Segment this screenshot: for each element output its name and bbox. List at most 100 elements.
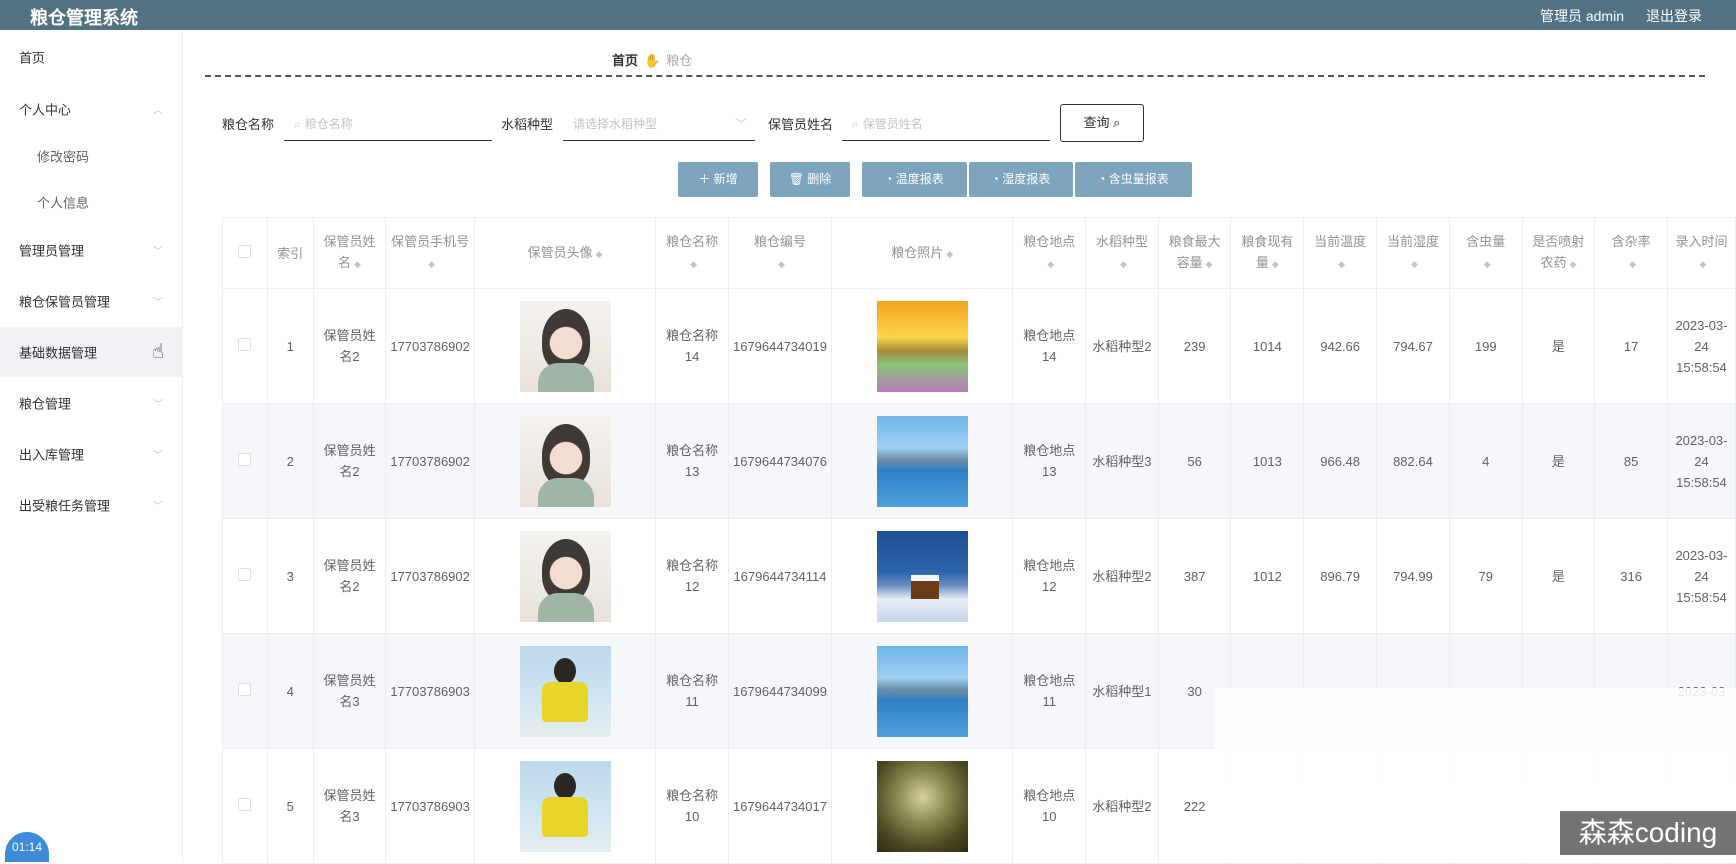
sidebar-item-keeper-management[interactable]: 粮仓保管员管理 ﹀ <box>0 276 183 326</box>
keeper-name-input[interactable]: ⌕ 保管员姓名 <box>842 107 1050 141</box>
header-current-temp[interactable]: 当前温度 ◆ <box>1303 217 1378 289</box>
header-granary-location[interactable]: 粮仓地点 ◆ <box>1012 217 1087 289</box>
sidebar-item-home[interactable]: 首页 <box>0 32 183 82</box>
cell-current-stock: 1014 <box>1230 288 1305 404</box>
sidebar-item-label: 粮仓保管员管理 <box>19 294 111 310</box>
header-granary-photo[interactable]: 粮仓照片 ◆ <box>830 217 1014 289</box>
header-keeper-name[interactable]: 保管员姓名 ◆ <box>312 217 387 289</box>
sidebar-item-basic-data[interactable]: 基础数据管理 ☝ <box>0 327 183 377</box>
query-button[interactable]: 查询 ⌕ <box>1060 104 1144 142</box>
row-checkbox[interactable] <box>222 748 268 864</box>
sidebar-item-personal-info[interactable]: 个人信息 <box>0 177 183 227</box>
cell-current-temp: 942.66 <box>1303 288 1378 404</box>
temperature-report-button[interactable]: ◔ 温度报表 <box>862 162 967 197</box>
cell-granary-name: 粮仓名称13 <box>655 403 729 519</box>
cell-granary-code: 1679644734099 <box>727 633 832 749</box>
breadcrumb: 首页 ✋ 粮仓 <box>612 50 692 69</box>
table-row[interactable]: 2 保管员姓名2 17703786902 粮仓名称13 167964473407… <box>222 403 1736 519</box>
insect-report-button[interactable]: ◔ 含虫量报表 <box>1075 162 1192 197</box>
cell-entry-time: 2023-03-24 15:58:54 <box>1666 518 1736 634</box>
cell-current-humidity: 882.64 <box>1376 403 1450 519</box>
sidebar-item-admin-management[interactable]: 管理员管理 ﹀ <box>0 225 183 275</box>
header-keeper-avatar[interactable]: 保管员头像 ◆ <box>473 217 657 289</box>
header-granary-name[interactable]: 粮仓名称 ◆ <box>655 217 729 289</box>
delete-button[interactable]: 🗑 删除 <box>770 162 850 197</box>
sidebar-item-label: 管理员管理 <box>19 243 85 259</box>
cell-granary-location: 粮仓地点14 <box>1012 288 1087 404</box>
cell-index: 4 <box>266 633 314 749</box>
cell-entry-time: 2023-03-24 15:58:54 <box>1666 288 1736 404</box>
cell-granary-photo <box>830 403 1014 519</box>
header-entry-time[interactable]: 录入时间 ◆ <box>1666 217 1736 289</box>
cell-keeper-phone: 17703786902 <box>385 403 475 519</box>
divider <box>205 75 1705 77</box>
header-rice-type[interactable]: 水稻种型 ◆ <box>1085 217 1159 289</box>
cell-granary-photo <box>830 633 1014 749</box>
avatar[interactable] <box>519 415 611 507</box>
chevron-down-icon: ﹀ <box>153 501 163 513</box>
search-icon: ⌕ <box>1113 115 1121 130</box>
row-checkbox[interactable] <box>222 518 268 634</box>
cell-pesticide: 是 <box>1521 403 1596 519</box>
header-max-capacity[interactable]: 粮食最大容量 ◆ <box>1157 217 1232 289</box>
sidebar-item-granary-management[interactable]: 粮仓管理 ﹀ <box>0 378 183 428</box>
delete-button-label: 删除 <box>807 172 832 186</box>
sidebar-item-label: 粮仓管理 <box>19 396 72 412</box>
cell-keeper-avatar <box>473 403 657 519</box>
table-row[interactable]: 3 保管员姓名2 17703786902 粮仓名称12 167964473411… <box>222 518 1736 634</box>
top-bar: 粮仓管理系统 管理员 admin 退出登录 <box>0 0 1736 30</box>
header-impurity[interactable]: 含杂率 ◆ <box>1594 217 1668 289</box>
keeper-name-label: 保管员姓名 <box>768 117 834 132</box>
sort-icon: ◆ <box>595 248 603 259</box>
granary-photo[interactable] <box>876 300 968 392</box>
avatar[interactable] <box>519 530 611 622</box>
add-button[interactable]: ＋ 新增 <box>678 162 758 197</box>
cell-keeper-avatar <box>473 633 657 749</box>
cell-rice-type: 水稻种型2 <box>1085 518 1159 634</box>
rice-type-select[interactable]: 请选择水稻种型 ﹀ <box>563 107 755 141</box>
sidebar-item-task-management[interactable]: 出受粮任务管理 ﹀ <box>0 480 183 530</box>
header-granary-code[interactable]: 粮仓编号 ◆ <box>727 217 832 289</box>
search-icon: ⌕ <box>294 117 301 131</box>
granary-name-input[interactable]: ⌕ 粮仓名称 <box>284 107 492 141</box>
select-all-checkbox[interactable] <box>222 217 268 289</box>
cell-keeper-avatar <box>473 288 657 404</box>
avatar[interactable] <box>519 760 611 852</box>
cell-granary-photo <box>830 518 1014 634</box>
sort-icon: ◆ <box>1205 259 1213 269</box>
header-current-humidity[interactable]: 当前湿度 ◆ <box>1376 217 1450 289</box>
sort-icon: ◆ <box>946 248 954 259</box>
avatar[interactable] <box>519 300 611 392</box>
granary-photo[interactable] <box>876 645 968 737</box>
row-checkbox[interactable] <box>222 633 268 749</box>
breadcrumb-home[interactable]: 首页 <box>612 53 638 68</box>
header-keeper-phone[interactable]: 保管员手机号◆ <box>385 217 475 289</box>
sidebar-item-change-password[interactable]: 修改密码 <box>0 131 183 181</box>
cell-current-temp: 966.48 <box>1303 403 1378 519</box>
header-pesticide[interactable]: 是否喷射农药 ◆ <box>1521 217 1596 289</box>
header-index: 索引 <box>266 217 314 289</box>
sort-icon: ◆ <box>354 259 361 269</box>
cell-keeper-name: 保管员姓名2 <box>312 288 387 404</box>
row-checkbox[interactable] <box>222 403 268 519</box>
header-insect[interactable]: 含虫量 ◆ <box>1448 217 1523 289</box>
sidebar-item-label: 出受粮任务管理 <box>19 498 111 514</box>
avatar[interactable] <box>519 645 611 737</box>
header-current-stock[interactable]: 粮食现有量 ◆ <box>1230 217 1305 289</box>
row-checkbox[interactable] <box>222 288 268 404</box>
sidebar-item-inout-management[interactable]: 出入库管理 ﹀ <box>0 429 183 479</box>
cell-current-humidity: 794.67 <box>1376 288 1450 404</box>
granary-photo[interactable] <box>876 415 968 507</box>
granary-photo[interactable] <box>876 530 968 622</box>
sort-icon: ◆ <box>778 259 785 269</box>
sort-icon: ◆ <box>1483 259 1491 269</box>
sidebar-item-personal-center[interactable]: 个人中心 ︿ <box>0 84 183 134</box>
humidity-report-button[interactable]: ◔ 湿度报表 <box>969 162 1073 197</box>
cell-granary-code: 1679644734019 <box>727 288 832 404</box>
granary-photo[interactable] <box>876 760 968 852</box>
table-row[interactable]: 1 保管员姓名2 17703786902 粮仓名称14 167964473401… <box>222 288 1736 404</box>
plus-icon: ＋ <box>698 172 711 186</box>
sidebar-item-label: 个人信息 <box>37 195 90 211</box>
chevron-up-icon: ︿ <box>153 105 163 117</box>
logout-link[interactable]: 退出登录 <box>1646 6 1702 26</box>
